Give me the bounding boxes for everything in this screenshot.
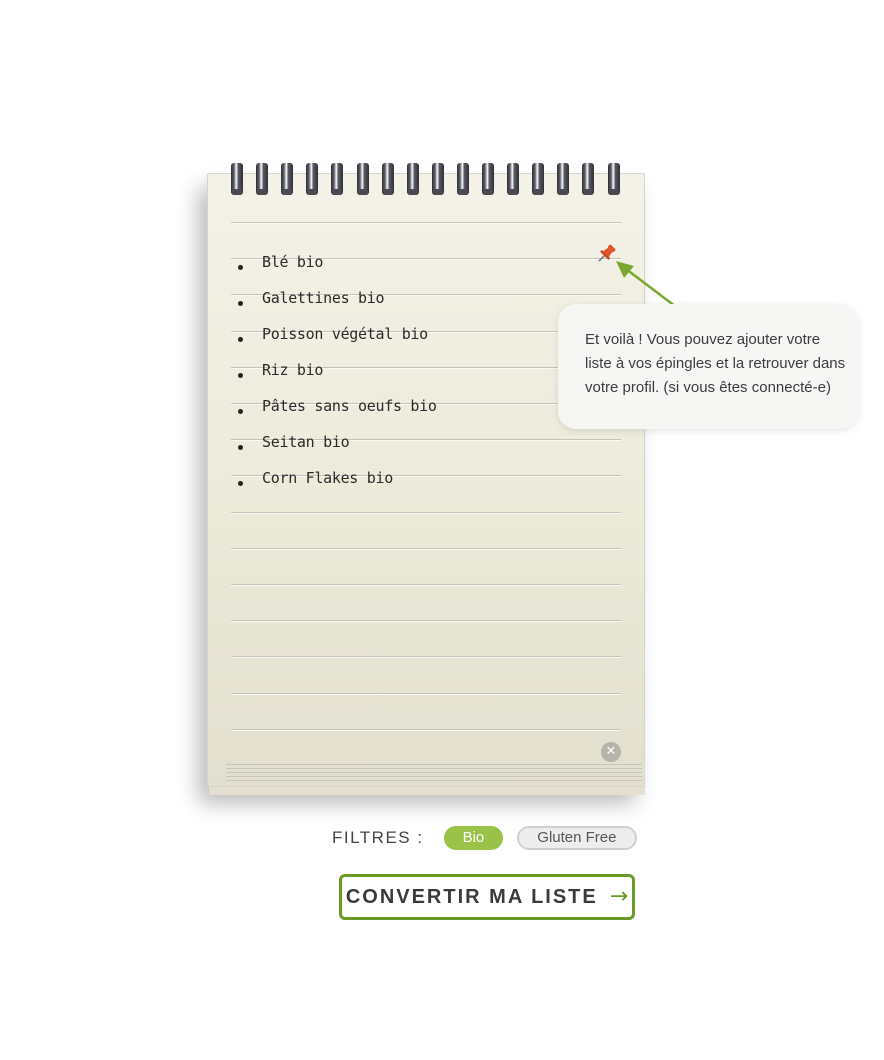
bullet-icon — [238, 336, 243, 342]
filter-gluten-free-chip[interactable]: Gluten Free — [517, 826, 637, 850]
spiral-coil — [456, 163, 469, 195]
spiral-coil — [582, 163, 595, 195]
list-item-text: Pâtes sans oeufs bio — [262, 397, 437, 415]
list-item[interactable]: Pâtes sans oeufs bio — [238, 392, 437, 420]
list-item-text: Corn Flakes bio — [262, 469, 393, 487]
notepad: Blé bio Galettines bio Poisson végétal bio… — [207, 163, 645, 795]
spiral-coil — [256, 163, 269, 195]
spiral-coil — [482, 163, 494, 195]
list-item[interactable]: Blé bio — [238, 248, 323, 276]
bullet-icon — [238, 444, 243, 450]
page-edge — [226, 764, 642, 765]
page-edge — [226, 768, 642, 769]
spiral-coil — [607, 163, 620, 195]
page-edge — [226, 776, 642, 777]
spiral-coil — [431, 163, 444, 195]
spiral-coil — [381, 163, 394, 195]
bullet-icon — [238, 408, 243, 414]
filter-bio-chip[interactable]: Bio — [443, 826, 504, 850]
list-item-text: Riz bio — [262, 361, 324, 379]
page-edge — [226, 772, 642, 773]
list-item[interactable]: Corn Flakes bio — [238, 464, 393, 492]
filters-label: FILTRES : — [332, 828, 424, 847]
ruled-line — [231, 584, 621, 586]
spiral-coil — [557, 163, 570, 195]
convert-button-label: CONVERTIR MA LISTE — [345, 885, 598, 908]
list-item-text: Seitan bio — [262, 433, 350, 451]
ruled-line — [231, 692, 621, 695]
list-item[interactable]: Seitan bio — [238, 428, 350, 456]
pin-hint-tooltip: Et voilà ! Vous pouvez ajouter votre lis… — [558, 304, 858, 429]
ruled-line — [231, 656, 621, 659]
spiral-coil — [306, 163, 319, 195]
spiral-coil — [406, 163, 419, 195]
close-icon[interactable]: ✕ — [601, 742, 621, 762]
bullet-icon — [238, 264, 243, 270]
ruled-line — [231, 511, 621, 514]
page-edge — [226, 780, 642, 781]
ruled-line — [231, 728, 621, 731]
list-item[interactable]: Riz bio — [238, 356, 323, 384]
spiral-coil — [281, 163, 294, 195]
spiral-coil — [331, 163, 344, 195]
bullet-icon — [238, 480, 243, 486]
ruled-line — [231, 620, 621, 623]
bullet-icon — [238, 300, 243, 306]
convert-list-button[interactable]: CONVERTIR MA LISTE → — [339, 874, 635, 920]
list-item[interactable]: Galettines bio — [238, 284, 385, 312]
notepad-page: Blé bio Galettines bio Poisson végétal bio… — [207, 173, 645, 787]
ruled-line — [231, 222, 621, 224]
spiral-coil — [356, 163, 369, 195]
spiral-coil — [231, 163, 243, 195]
list-item-text: Blé bio — [262, 253, 324, 271]
filters-bar: FILTRES : Bio Gluten Free — [332, 826, 637, 850]
spiral-coil — [532, 163, 545, 195]
tooltip-text: Et voilà ! Vous pouvez ajouter votre lis… — [585, 331, 846, 396]
ruled-line — [231, 547, 621, 550]
list-item-text: Galettines bio — [262, 289, 385, 307]
arrow-right-icon: → — [609, 884, 629, 909]
spiral-coil — [507, 163, 520, 195]
bullet-icon — [238, 372, 243, 378]
list-item-text: Poisson végétal bio — [262, 325, 428, 343]
list-item[interactable]: Poisson végétal bio — [238, 320, 428, 348]
